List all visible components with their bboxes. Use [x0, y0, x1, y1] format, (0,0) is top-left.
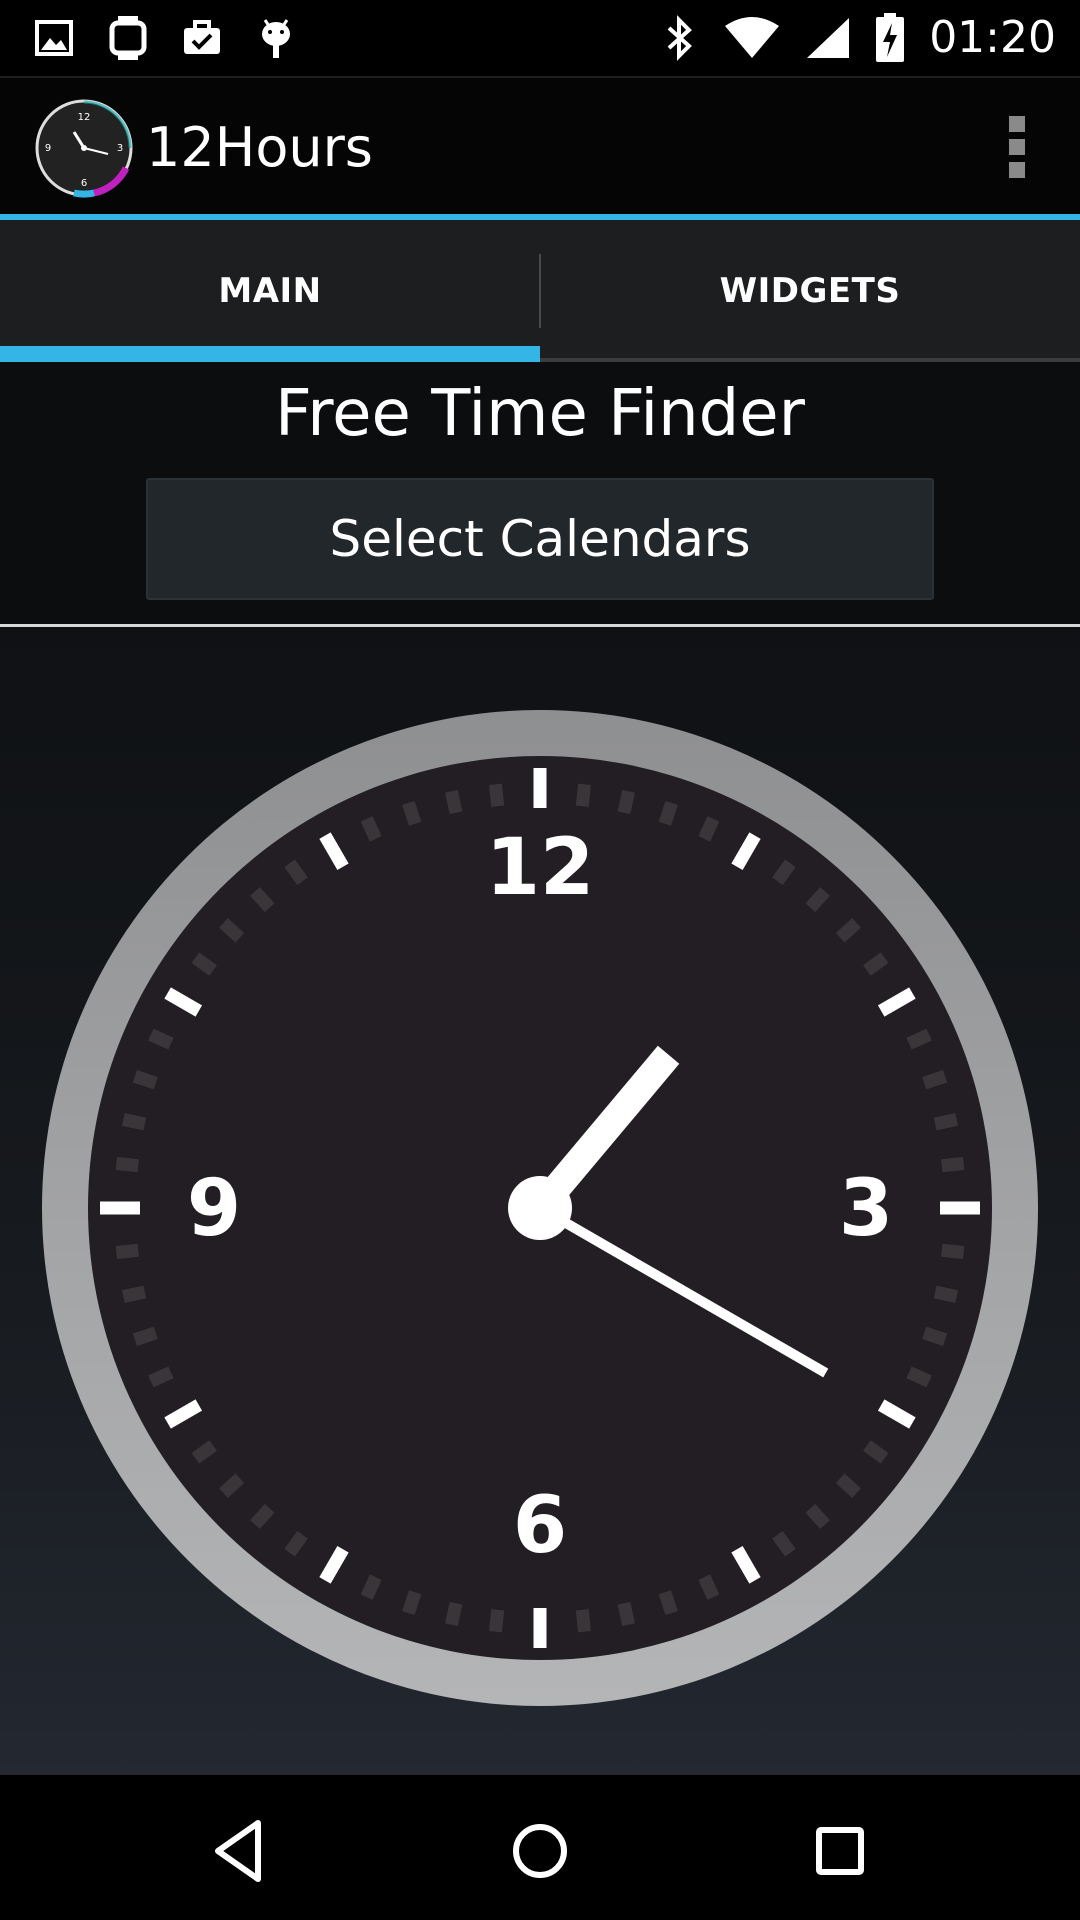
minute-tick [402, 800, 422, 826]
image-icon [35, 20, 73, 56]
numeral-3: 3 [839, 1164, 893, 1254]
minute-tick [941, 1157, 965, 1173]
back-triangle-icon[interactable] [200, 1811, 280, 1891]
numeral-9: 9 [187, 1164, 241, 1254]
minute-tick [132, 1070, 158, 1090]
numeral-12: 12 [486, 823, 595, 913]
minute-tick [148, 1366, 174, 1388]
tab-main[interactable]: MAIN [0, 220, 540, 362]
minute-tick [933, 1285, 959, 1303]
minute-tick [115, 1157, 139, 1173]
minute-tick [617, 1601, 635, 1627]
bluetooth-icon [667, 14, 693, 61]
cellular-signal-icon [807, 17, 850, 58]
tab-selected-indicator [0, 346, 540, 362]
minute-tick [148, 1028, 174, 1050]
watch-icon [109, 16, 147, 60]
home-circle-icon[interactable] [500, 1811, 580, 1891]
svg-text:6: 6 [81, 178, 87, 189]
minute-tick [617, 789, 635, 815]
battery-charging-icon [876, 12, 905, 62]
app-title: 12Hours [146, 116, 373, 179]
select-calendars-button[interactable]: Select Calendars [146, 478, 934, 600]
minute-tick [698, 1574, 720, 1600]
minute-tick [489, 1609, 505, 1633]
svg-text:12: 12 [78, 112, 91, 123]
svg-text:3: 3 [117, 143, 123, 154]
minute-tick [575, 783, 591, 807]
minute-tick [575, 1609, 591, 1633]
minute-tick [941, 1243, 965, 1259]
status-time: 01:20 [929, 12, 1056, 63]
minute-tick [922, 1070, 948, 1090]
minute-tick [360, 816, 382, 842]
minute-tick [906, 1028, 932, 1050]
briefcase-check-icon [184, 20, 220, 54]
minute-tick [360, 1574, 382, 1600]
tab-widgets[interactable]: WIDGETS [540, 220, 1080, 362]
recents-square-icon[interactable] [800, 1811, 880, 1891]
status-bar: 01:20 [0, 0, 1080, 76]
svg-text:9: 9 [45, 143, 51, 154]
minute-tick [933, 1113, 959, 1131]
overflow-menu-icon[interactable] [1002, 116, 1032, 182]
minute-tick [445, 789, 463, 815]
action-bar: 12 3 6 9 12Hours [0, 76, 1080, 216]
minute-tick [132, 1326, 158, 1346]
minute-tick [489, 783, 505, 807]
minute-tick [121, 1285, 147, 1303]
minute-tick [121, 1113, 147, 1131]
minute-tick [906, 1366, 932, 1388]
minute-tick [922, 1326, 948, 1346]
clock-center-pin [508, 1176, 572, 1240]
wifi-icon [725, 16, 780, 58]
tab-bar: MAIN WIDGETS [0, 220, 1080, 362]
analog-clock: 12 3 6 9 [42, 710, 1038, 1706]
page-title: Free Time Finder [275, 377, 805, 451]
free-time-finder-panel: Free Time Finder Select Calendars [0, 362, 1080, 624]
clock-area: 12 3 6 9 [0, 627, 1080, 1775]
navigation-bar [0, 1775, 1080, 1920]
minute-tick [115, 1243, 139, 1259]
minute-tick [658, 800, 678, 826]
clock-logo-icon[interactable]: 12 3 6 9 [34, 98, 134, 198]
numeral-6: 6 [513, 1481, 567, 1571]
minute-tick [445, 1601, 463, 1627]
minute-tick [402, 1590, 422, 1616]
android-debug-icon [262, 19, 290, 58]
minute-tick [698, 816, 720, 842]
minute-tick [658, 1590, 678, 1616]
